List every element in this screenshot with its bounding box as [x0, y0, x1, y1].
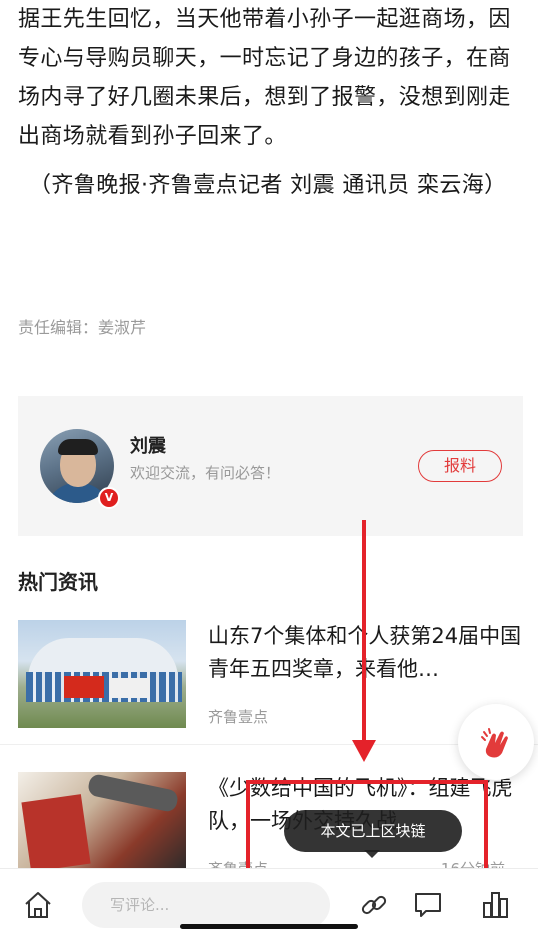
- author-name[interactable]: 刘震: [130, 432, 166, 458]
- thumbnail-group: [26, 672, 182, 702]
- bar-chart-icon[interactable]: [480, 889, 512, 921]
- article-paragraph: 据王先生回忆，当天他带着小孙子一起逛商场，因专心与导购员聊天，一时忘记了身边的孩…: [18, 7, 511, 149]
- comment-icon[interactable]: [412, 889, 444, 921]
- author-motto: 欢迎交流，有问必答！: [130, 464, 281, 482]
- news-item[interactable]: 山东7个集体和个人获第24届中国青年五四奖章，来看他… 齐鲁壹点: [18, 620, 523, 728]
- bottom-bar: [0, 868, 538, 932]
- thumbnail-plane: [86, 772, 180, 814]
- thumbnail-banner: [110, 678, 150, 698]
- toast-tail: [364, 850, 380, 858]
- thumbnail-book: [21, 794, 91, 872]
- avatar-hair: [58, 439, 98, 455]
- comment-input[interactable]: [82, 882, 330, 928]
- news-thumbnail[interactable]: [18, 772, 186, 872]
- news-source: 齐鲁壹点: [208, 708, 269, 726]
- news-title[interactable]: 山东7个集体和个人获第24届中国青年五四奖章，来看他…: [208, 620, 523, 686]
- article-credit: （齐鲁晚报·齐鲁壹点记者 刘震 通讯员 栾云海）: [29, 173, 507, 198]
- thumbnail-flag: [64, 676, 104, 698]
- home-indicator[interactable]: [180, 924, 358, 929]
- article-body: 据王先生回忆，当天他带着小孙子一起逛商场，因专心与导购员聊天，一时忘记了身边的孩…: [18, 0, 523, 215]
- clap-icon: [481, 727, 508, 757]
- editor-line: 责任编辑：姜淑芹: [18, 318, 147, 337]
- author-card[interactable]: V 刘震 欢迎交流，有问必答！ 报料: [18, 396, 523, 536]
- home-icon[interactable]: [22, 889, 54, 921]
- hot-news-title: 热门资讯: [18, 570, 98, 594]
- blockchain-toast: 本文已上区块链: [284, 810, 462, 852]
- link-icon[interactable]: [358, 889, 390, 921]
- news-thumbnail[interactable]: [18, 620, 186, 728]
- verified-badge-icon: V: [98, 487, 120, 509]
- clap-button[interactable]: [458, 704, 534, 780]
- report-tip-button[interactable]: 报料: [418, 450, 502, 482]
